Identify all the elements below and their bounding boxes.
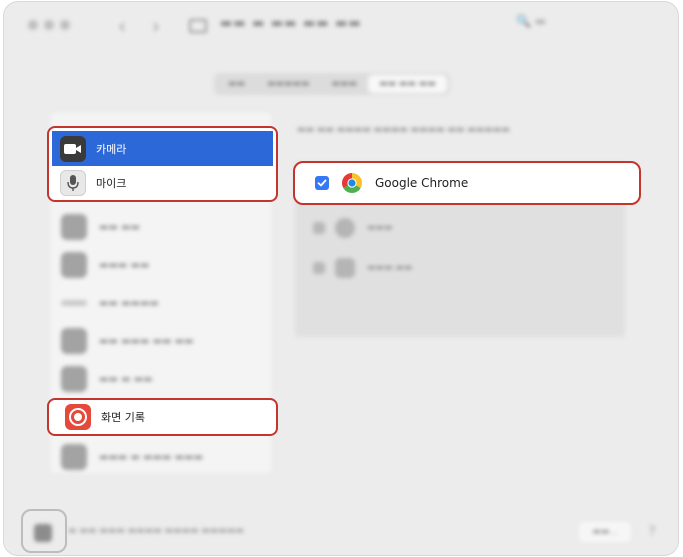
sidebar-item[interactable]: ▬▬ ▬▬▬ ▬▬ ▬▬ — [61, 325, 194, 357]
minimize-window-dot[interactable] — [44, 20, 54, 30]
sidebar-item-label: 화면 기록 — [101, 411, 145, 424]
app-name-label: Google Chrome — [375, 176, 469, 190]
camera-icon — [60, 135, 86, 162]
sidebar-item-label: 마이크 — [96, 176, 127, 190]
system-preferences-window: ‹ › ▬▬ ▬ ▬▬ ▬▬ ▬▬ 🔍 ▬ ▬▬ ▬▬▬▬▬ ▬▬▬ ▬▬ ▬▬… — [4, 2, 678, 555]
permission-description: ▬▬ ▬▬ ▬▬▬▬ ▬▬▬▬ ▬▬▬▬ ▬▬ ▬▬▬▬▬ — [297, 125, 510, 135]
advanced-button[interactable]: ▬▬... — [579, 522, 631, 542]
sidebar-item[interactable]: ▬▬▬ ▬ ▬▬▬ ▬▬▬ — [61, 441, 203, 473]
chrome-icon — [341, 172, 363, 194]
lock-hint-text: ▬ ▬▬ ▬▬▬ ▬▬▬▬ ▬▬▬▬ ▬▬▬▬▬ — [68, 526, 244, 536]
show-all-grid-icon[interactable] — [189, 19, 207, 33]
back-arrow-icon[interactable]: ‹ — [118, 14, 126, 38]
window-title: ▬▬ ▬ ▬▬ ▬▬ ▬▬ — [220, 16, 362, 31]
sidebar-item[interactable]: ▬▬ ▬ ▬▬ — [61, 363, 153, 395]
sidebar-item[interactable]: ▬▬ ▬▬▬▬ — [61, 287, 159, 319]
sidebar-item-label: 카메라 — [96, 142, 127, 156]
sidebar-item-microphone[interactable]: 마이크 — [52, 167, 273, 198]
tab-3[interactable]: ▬▬▬ — [321, 75, 369, 93]
tab-1[interactable]: ▬▬ — [217, 75, 256, 93]
checkbox-checked-icon[interactable] — [315, 176, 329, 190]
search-field[interactable]: 🔍 ▬ — [516, 14, 546, 28]
tab-bar: ▬▬ ▬▬▬▬▬ ▬▬▬ ▬▬ ▬▬ ▬▬ — [214, 73, 450, 95]
zoom-window-dot[interactable] — [60, 20, 70, 30]
sidebar-item-camera[interactable]: 카메라 — [52, 131, 273, 166]
app-row[interactable]: ▬▬▬ — [313, 208, 393, 248]
camera-microphone-highlight: 카메라 마이크 — [47, 126, 278, 202]
help-button[interactable]: ? — [649, 524, 655, 538]
lock-highlight — [21, 509, 67, 553]
app-row-chrome[interactable]: Google Chrome — [293, 161, 641, 205]
app-row[interactable]: ▬▬▬.▬▬ — [313, 248, 412, 288]
sidebar-item[interactable]: ▬▬ ▬▬ — [61, 211, 140, 243]
sidebar-item[interactable]: ▬▬▬ ▬▬ — [61, 249, 149, 281]
microphone-icon — [60, 169, 86, 196]
title-bar: ‹ › ▬▬ ▬ ▬▬ ▬▬ ▬▬ 🔍 ▬ — [4, 2, 678, 50]
tab-2[interactable]: ▬▬▬▬▬ — [256, 75, 321, 93]
sidebar-item-screen-recording[interactable]: 화면 기록 — [47, 398, 278, 436]
screen-record-icon — [65, 404, 91, 430]
close-window-dot[interactable] — [28, 20, 38, 30]
tab-privacy[interactable]: ▬▬ ▬▬ ▬▬ — [368, 75, 447, 93]
forward-arrow-icon[interactable]: › — [152, 14, 160, 38]
